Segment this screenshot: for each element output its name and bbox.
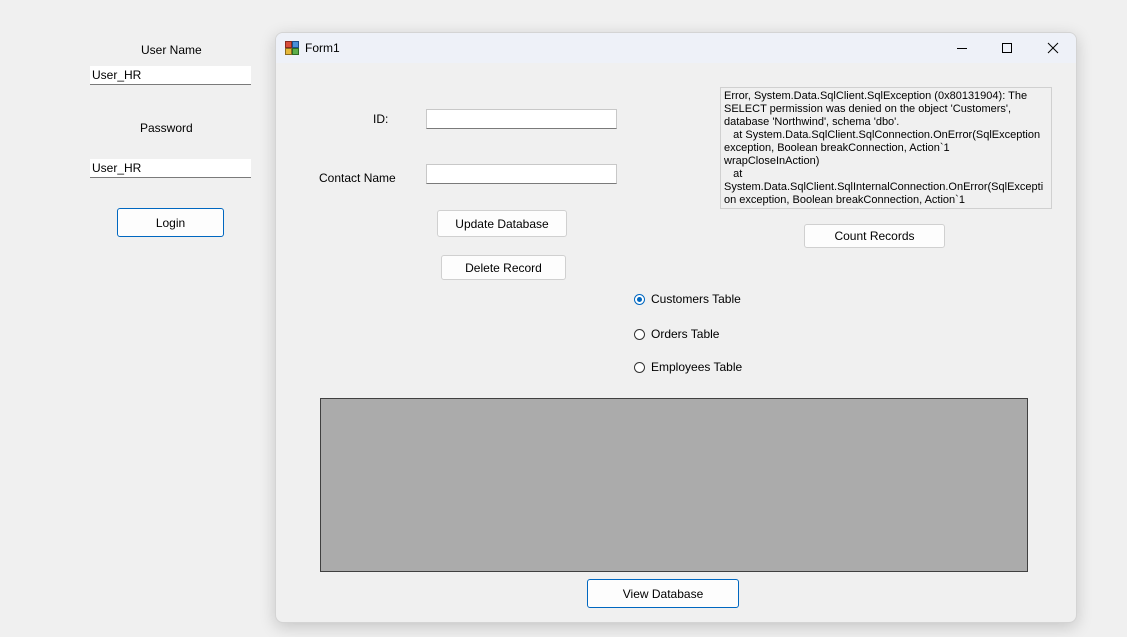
winforms-form-icon	[285, 41, 299, 55]
id-label: ID:	[373, 112, 389, 126]
radio-orders-table[interactable]: Orders Table	[634, 327, 719, 341]
password-label: Password	[140, 121, 193, 135]
form1-window: Form1 ID: Contact Name Update Database D…	[275, 32, 1077, 623]
minimize-button[interactable]	[939, 33, 985, 63]
radio-employees-table[interactable]: Employees Table	[634, 360, 742, 374]
maximize-icon	[1002, 43, 1012, 53]
view-database-button[interactable]: View Database	[587, 579, 739, 608]
minimize-icon	[957, 48, 967, 49]
contact-name-label: Contact Name	[319, 171, 396, 185]
delete-record-button[interactable]: Delete Record	[441, 255, 566, 280]
login-button[interactable]: Login	[117, 208, 224, 237]
window-title: Form1	[305, 41, 340, 55]
radio-customers-indicator	[634, 293, 645, 305]
data-grid-view[interactable]	[320, 398, 1028, 572]
count-records-button[interactable]: Count Records	[804, 224, 945, 248]
error-message-box[interactable]: Error, System.Data.SqlClient.SqlExceptio…	[720, 87, 1052, 209]
update-database-button[interactable]: Update Database	[437, 210, 567, 237]
radio-employees-label: Employees Table	[651, 360, 743, 374]
id-input[interactable]	[426, 109, 617, 129]
close-icon	[1047, 42, 1059, 54]
radio-orders-indicator	[634, 328, 645, 340]
title-bar[interactable]: Form1	[276, 33, 1076, 63]
password-input[interactable]	[90, 159, 251, 178]
radio-customers-label: Customers Table	[651, 292, 741, 306]
maximize-button[interactable]	[984, 33, 1030, 63]
close-button[interactable]	[1030, 33, 1076, 63]
radio-employees-indicator	[634, 361, 645, 373]
username-label: User Name	[141, 43, 202, 57]
radio-customers-table[interactable]: Customers Table	[634, 292, 741, 306]
contact-name-input[interactable]	[426, 164, 617, 184]
radio-orders-label: Orders Table	[651, 327, 720, 341]
username-input[interactable]	[90, 66, 251, 85]
